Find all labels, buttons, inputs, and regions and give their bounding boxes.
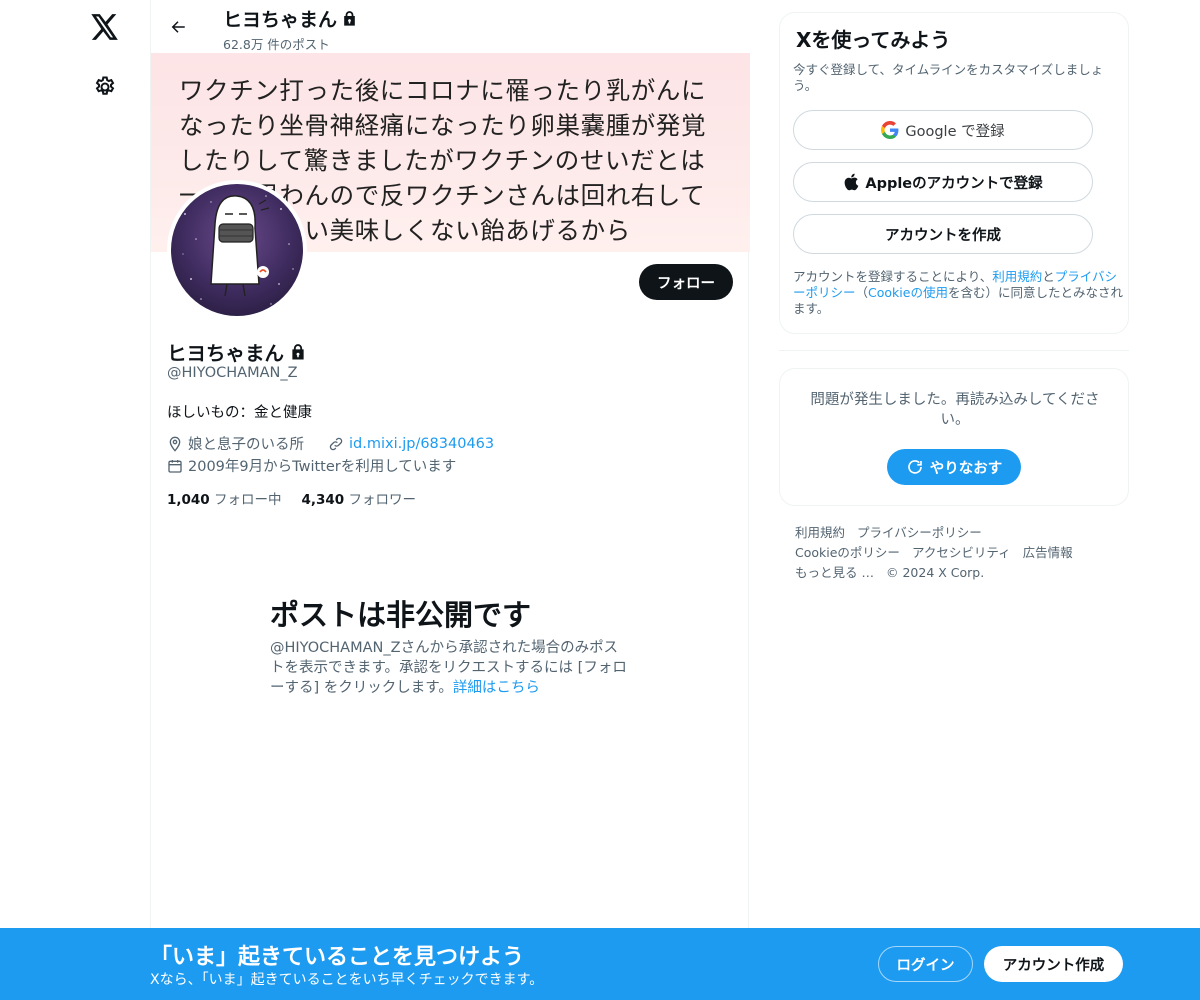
profile-url-link[interactable]: id.mixi.jp/68340463 <box>349 436 494 452</box>
calendar-icon <box>168 459 182 473</box>
bottom-create-account-button[interactable]: アカウント作成 <box>984 946 1123 982</box>
main-column: ヒヨちゃまん 62.8万 件のポスト ワクチン打った後にコロナに罹ったり乳がんに… <box>150 0 750 1000</box>
google-signup-label: Google で登録 <box>905 123 1005 140</box>
profile-header: ヒヨちゃまん 62.8万 件のポスト <box>151 0 750 53</box>
following-label: フォロー中 <box>214 492 282 508</box>
private-body-text: @HIYOCHAMAN_Zさんから承認された場合のみポストを表示できます。承認を… <box>270 640 627 696</box>
post-count: 62.8万 件のポスト <box>223 37 330 52</box>
following-count: 1,040 <box>167 492 210 508</box>
terms-and: と <box>1042 269 1055 284</box>
lock-icon <box>292 343 304 359</box>
header-name-text: ヒヨちゃまん <box>223 9 338 31</box>
apple-icon <box>844 173 859 191</box>
followers-count: 4,340 <box>301 492 345 508</box>
bottom-signup-bar: 「いま」起きていることを見つけよう Xなら、「いま」起きていることをいち早くチェ… <box>0 928 1200 1000</box>
signup-terms: アカウントを登録することにより、利用規約とプライバシーポリシー（Cookieの使… <box>793 269 1123 317</box>
footer-link-accessibility[interactable]: アクセシビリティ <box>912 545 1011 560</box>
refresh-icon <box>907 460 922 474</box>
link-icon <box>329 437 343 450</box>
profile-bio: ほしいもの：金と健康 <box>167 405 312 421</box>
bottom-bar-subtitle: Xなら、「いま」起きていることをいち早くチェックできます。 <box>150 972 544 988</box>
terms-link[interactable]: 利用規約 <box>992 269 1042 284</box>
footer-link-more[interactable]: もっと見る … <box>795 565 874 580</box>
lock-icon <box>344 11 355 26</box>
location-pin-icon <box>169 436 181 452</box>
signup-subtitle: 今すぐ登録して、タイムラインをカスタマイズしましょう。 <box>793 62 1104 93</box>
signup-title: Xを使ってみよう <box>796 28 951 52</box>
login-button[interactable]: ログイン <box>878 946 973 982</box>
signup-card: Xを使ってみよう 今すぐ登録して、タイムラインをカスタマイズしましょう。 Goo… <box>779 12 1129 334</box>
create-account-button[interactable]: アカウントを作成 <box>793 214 1093 254</box>
footer-links: 利用規約 プライバシーポリシー Cookieのポリシー アクセシビリティ 広告情報 も… <box>795 523 1125 583</box>
profile-meta-location: 娘と息子のいる所 id.mixi.jp/68340463 <box>167 433 494 454</box>
terms-paren: （ <box>855 285 869 300</box>
error-card: 問題が発生しました。再読み込みしてください。 やりなおす <box>779 368 1129 506</box>
sidebar-divider <box>779 350 1129 351</box>
follow-button[interactable]: フォロー <box>639 264 733 300</box>
google-icon <box>881 121 899 139</box>
apple-signup-label: Appleのアカウントで登録 <box>865 175 1043 192</box>
google-signup-button[interactable]: Google で登録 <box>793 110 1093 150</box>
profile-name-text: ヒヨちゃまん <box>167 342 285 365</box>
profile-handle: @HIYOCHAMAN_Z <box>167 365 298 381</box>
footer-link-cookie[interactable]: Cookieのポリシー <box>795 545 900 560</box>
profile-meta-joined: 2009年9月からTwitterを利用しています <box>167 455 456 476</box>
retry-button[interactable]: やりなおす <box>887 449 1021 485</box>
terms-prefix: アカウントを登録することにより、 <box>793 269 993 284</box>
error-message: 問題が発生しました。再読み込みしてください。 <box>810 392 1100 428</box>
private-body: @HIYOCHAMAN_Zさんから承認された場合のみポストを表示できます。承認を… <box>270 638 632 698</box>
apple-signup-button[interactable]: Appleのアカウントで登録 <box>793 162 1093 202</box>
left-nav <box>0 0 150 1000</box>
x-logo-icon[interactable] <box>88 10 122 44</box>
footer-copyright: © 2024 X Corp. <box>885 565 985 580</box>
bottom-bar-title: 「いま」起きていることを見つけよう <box>150 945 525 970</box>
profile-name: ヒヨちゃまん <box>167 337 307 366</box>
cookie-link[interactable]: Cookieの使用 <box>868 285 948 300</box>
followers-label: フォロワー <box>348 492 417 508</box>
back-arrow-icon[interactable] <box>163 12 193 42</box>
footer-link-privacy[interactable]: プライバシーポリシー <box>857 525 982 540</box>
location-text: 娘と息子のいる所 <box>188 437 304 453</box>
joined-text: 2009年9月からTwitterを利用しています <box>188 459 457 475</box>
footer-link-terms[interactable]: 利用規約 <box>795 525 845 540</box>
retry-label: やりなおす <box>929 460 1003 477</box>
private-title: ポストは非公開です <box>270 598 532 632</box>
gear-icon[interactable] <box>88 70 122 104</box>
learn-more-link[interactable]: 詳細はこちら <box>453 680 540 696</box>
followers-stat[interactable]: 4,340 フォロワー <box>302 488 417 508</box>
footer-link-ads[interactable]: 広告情報 <box>1023 545 1073 560</box>
following-stat[interactable]: 1,040 フォロー中 <box>167 488 282 508</box>
header-name: ヒヨちゃまん <box>223 5 358 32</box>
avatar[interactable] <box>167 180 307 320</box>
follow-stats: 1,040 フォロー中 4,340 フォロワー <box>167 488 416 508</box>
